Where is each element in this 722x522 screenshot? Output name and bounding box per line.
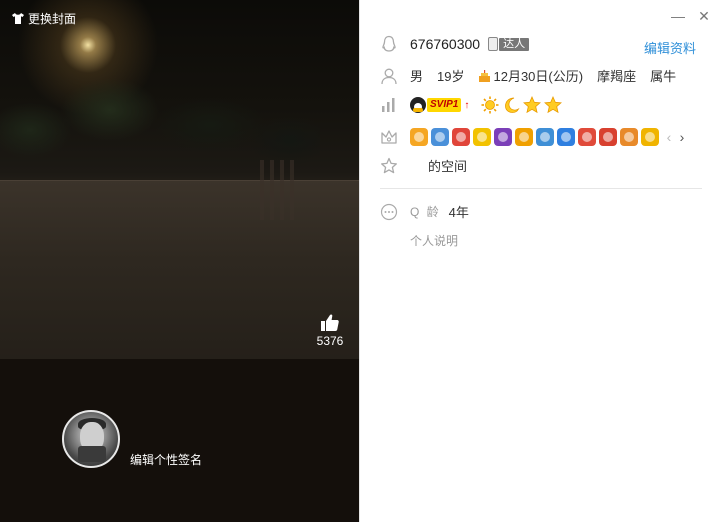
basic-info-row: 男 19岁 12月30日(公历) 摩羯座 属牛 bbox=[380, 66, 676, 85]
qage-label: Q 龄 bbox=[410, 205, 441, 219]
service-icon-8[interactable] bbox=[557, 128, 575, 146]
avatar-camera bbox=[78, 446, 106, 462]
qq-number-row: 676760300 达人 bbox=[380, 35, 530, 53]
thumbs-up-icon bbox=[321, 314, 339, 331]
service-icon-11[interactable] bbox=[620, 128, 638, 146]
talent-badge[interactable]: 达人 bbox=[488, 37, 530, 51]
personal-description[interactable]: 个人说明 bbox=[410, 232, 458, 249]
shirt-icon bbox=[12, 13, 24, 24]
space-row: 的空间 bbox=[380, 156, 467, 175]
service-icon-7[interactable] bbox=[536, 128, 554, 146]
cover-panel: 更换封面 5376 编辑个性签名 bbox=[0, 0, 359, 522]
chevron-left-icon[interactable]: ‹ bbox=[663, 129, 675, 145]
age: 19岁 bbox=[437, 69, 465, 84]
cover-railing bbox=[260, 160, 300, 220]
qq-number: 676760300 bbox=[410, 36, 481, 52]
cake-icon bbox=[479, 70, 491, 82]
birthday: 12月30日(公历) bbox=[493, 69, 584, 84]
service-icon-10[interactable] bbox=[599, 128, 617, 146]
service-icon-2[interactable] bbox=[431, 128, 449, 146]
svip-badge[interactable]: SVIP1 bbox=[410, 97, 462, 113]
service-icon-5[interactable] bbox=[494, 128, 512, 146]
qq-penguin-icon bbox=[380, 35, 398, 53]
star-outline-icon bbox=[380, 157, 398, 175]
qage-row: Q 龄 4年 bbox=[380, 202, 469, 221]
service-icons bbox=[410, 128, 662, 146]
services-row: ‹ › bbox=[380, 128, 688, 146]
vip-penguin-icon bbox=[410, 97, 426, 113]
profile-panel: — ✕ 676760300 达人 编辑资料 男 19岁 12月30日(公历) 摩… bbox=[359, 0, 722, 522]
person-icon bbox=[380, 67, 398, 85]
service-icon-1[interactable] bbox=[410, 128, 428, 146]
qzone-link[interactable]: 的空间 bbox=[428, 156, 467, 175]
cover-photo bbox=[0, 0, 359, 359]
more-dots-icon bbox=[380, 203, 398, 221]
service-icon-4[interactable] bbox=[473, 128, 491, 146]
like-count: 5376 bbox=[316, 334, 344, 348]
change-cover-button[interactable]: 更换封面 bbox=[12, 10, 76, 27]
zodiac: 摩羯座 bbox=[597, 69, 637, 84]
service-icon-12[interactable] bbox=[641, 128, 659, 146]
minimize-button[interactable]: — bbox=[670, 8, 686, 24]
star-icon[interactable] bbox=[523, 96, 542, 114]
talent-label: 达人 bbox=[499, 37, 530, 51]
chevron-right-icon[interactable]: › bbox=[676, 129, 688, 145]
moon-icon[interactable] bbox=[502, 96, 520, 114]
service-icon-9[interactable] bbox=[578, 128, 596, 146]
cover-road bbox=[0, 180, 359, 359]
sun-icon[interactable] bbox=[481, 96, 499, 114]
edit-signature-link[interactable]: 编辑个性签名 bbox=[130, 451, 202, 468]
star-icon[interactable] bbox=[544, 96, 563, 114]
phone-icon bbox=[488, 37, 499, 51]
qage-value: 4年 bbox=[448, 205, 469, 220]
vip-up-arrow: ↑ bbox=[464, 99, 470, 111]
service-icon-6[interactable] bbox=[515, 128, 533, 146]
service-icon-3[interactable] bbox=[452, 128, 470, 146]
like-button[interactable]: 5376 bbox=[312, 314, 348, 348]
avatar[interactable] bbox=[62, 410, 120, 468]
crown-icon bbox=[380, 128, 398, 146]
level-chart-icon bbox=[380, 96, 398, 114]
close-button[interactable]: ✕ bbox=[696, 8, 712, 24]
edit-profile-link[interactable]: 编辑资料 bbox=[644, 38, 696, 57]
change-cover-label: 更换封面 bbox=[28, 12, 77, 26]
divider bbox=[380, 188, 702, 189]
level-row: SVIP1 ↑ bbox=[380, 96, 565, 114]
svip-label: SVIP1 bbox=[427, 98, 462, 112]
birthday-group: 12月30日(公历) bbox=[478, 66, 583, 85]
chinese-zodiac: 属牛 bbox=[650, 69, 677, 84]
gender: 男 bbox=[410, 69, 424, 84]
